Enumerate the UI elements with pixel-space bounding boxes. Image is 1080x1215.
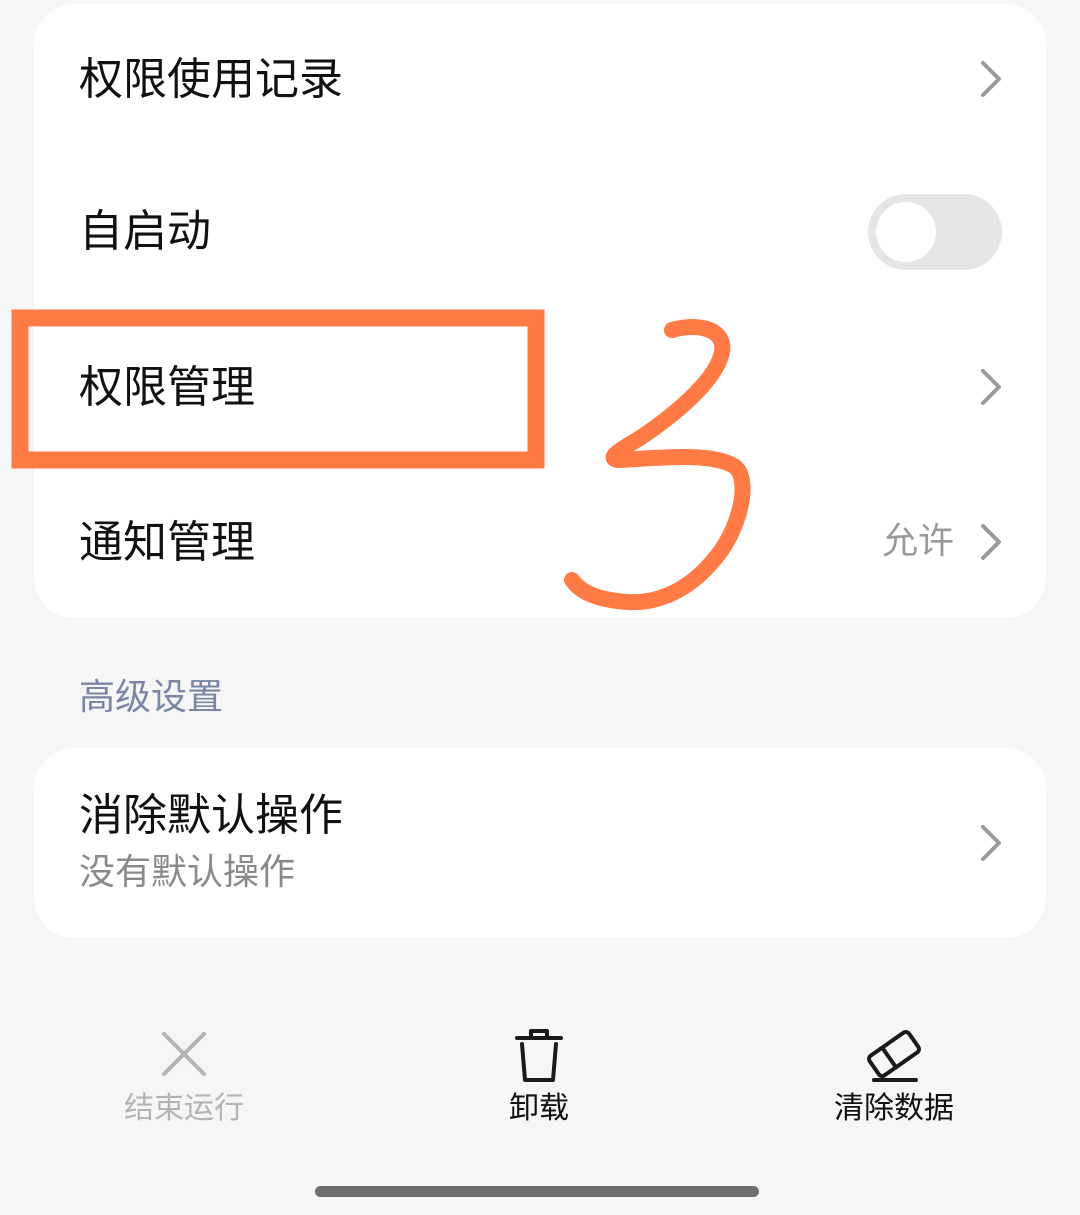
uninstall-button[interactable]: 卸载	[419, 1010, 659, 1124]
app-settings-card: 权限使用记录 自启动 权限管理 通知管理 允许	[34, 4, 1046, 618]
trash-icon	[507, 1022, 571, 1086]
chevron-right-icon	[974, 521, 1006, 563]
chevron-right-icon	[974, 366, 1006, 408]
notification-status-value: 允许	[881, 521, 954, 562]
force-stop-label: 结束运行	[124, 1091, 244, 1126]
permission-management-label: 权限管理	[79, 362, 255, 413]
app-info-screen: 权限使用记录 自启动 权限管理 通知管理 允许 高级设置 消除默认操作 没有默认…	[0, 0, 1080, 1215]
clear-defaults-title: 消除默认操作	[79, 790, 343, 841]
uninstall-label: 卸载	[509, 1091, 569, 1126]
clear-defaults-subtitle: 没有默认操作	[79, 852, 296, 893]
chevron-right-icon	[974, 58, 1006, 100]
close-icon	[152, 1022, 216, 1086]
clear-data-button[interactable]: 清除数据	[774, 1010, 1014, 1124]
eraser-icon	[862, 1022, 926, 1086]
permission-management-row[interactable]: 权限管理	[34, 309, 1046, 464]
chevron-right-icon	[974, 822, 1006, 864]
bottom-action-bar: 结束运行 卸载 清除数据	[0, 1010, 1080, 1140]
clear-defaults-row[interactable]: 消除默认操作 没有默认操作	[34, 748, 1046, 938]
permission-usage-record-label: 权限使用记录	[79, 54, 343, 105]
toggle-knob	[876, 202, 936, 262]
notification-management-row[interactable]: 通知管理 允许	[34, 464, 1046, 618]
notification-management-label: 通知管理	[79, 517, 255, 568]
clear-data-label: 清除数据	[834, 1091, 954, 1126]
autostart-row: 自启动	[34, 154, 1046, 309]
advanced-settings-section-title: 高级设置	[79, 677, 224, 718]
autostart-toggle[interactable]	[868, 194, 1002, 270]
permission-usage-record-row[interactable]: 权限使用记录	[34, 4, 1046, 154]
autostart-label: 自启动	[79, 206, 211, 257]
force-stop-button[interactable]: 结束运行	[64, 1010, 304, 1124]
home-indicator[interactable]	[315, 1186, 759, 1197]
